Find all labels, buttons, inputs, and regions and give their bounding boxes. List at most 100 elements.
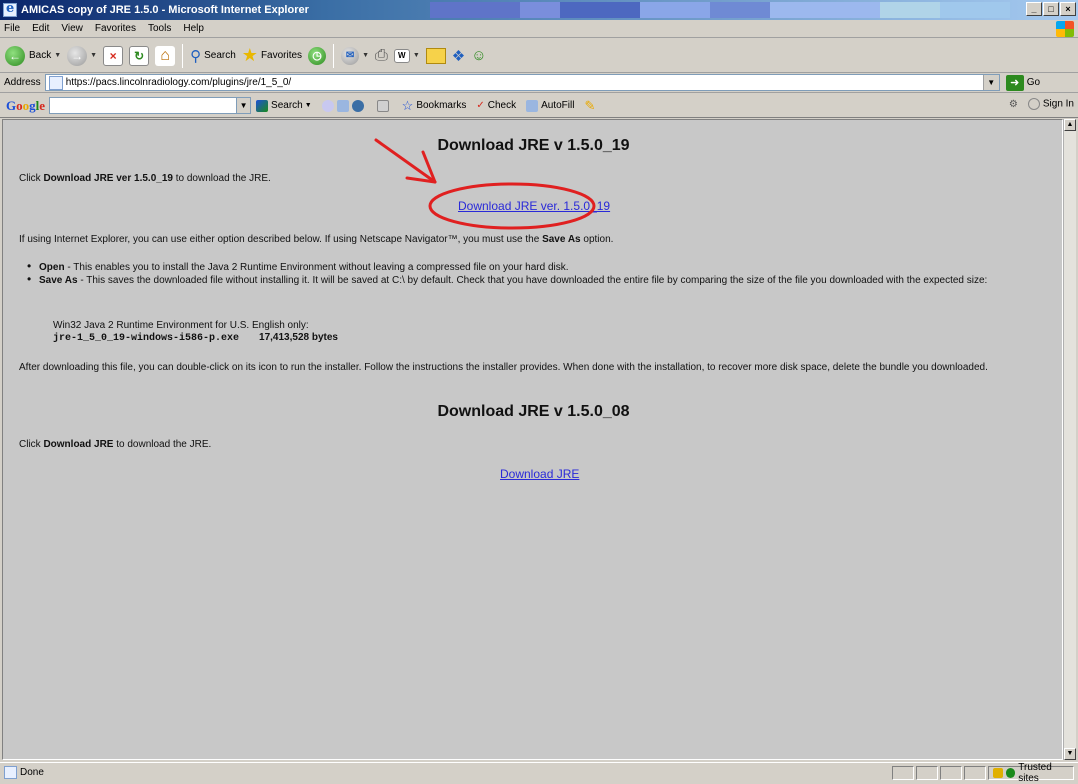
edit-button[interactable]: W ▼	[391, 42, 423, 70]
go-label: Go	[1026, 77, 1041, 88]
spellcheck-button[interactable]: ✓ Check	[471, 100, 521, 111]
chevron-down-icon: ▼	[90, 52, 98, 59]
file-info: jre-1_5_0_19-windows-i586-p.exe 17,413,52…	[53, 331, 953, 345]
save-option-label: Save As	[39, 275, 78, 286]
heading-jre-1-5-0-08: Download JRE v 1.5.0_08	[437, 403, 630, 420]
search-icon: ⚲	[190, 47, 202, 65]
mail-button[interactable]: ✉ ▼	[338, 42, 372, 70]
windows-logo-icon	[1056, 21, 1074, 37]
instruction-line-2: Click Download JRE to download the JRE.	[19, 438, 1039, 451]
close-button[interactable]: ×	[1060, 2, 1076, 16]
maximize-button[interactable]: □	[1043, 2, 1059, 16]
popup-blocker-icon	[321, 99, 334, 112]
google-extra-buttons[interactable]	[317, 99, 372, 112]
instruction-suffix: to download the JRE.	[113, 439, 212, 450]
menu-favorites[interactable]: Favorites	[89, 23, 142, 34]
google-pagerank-button[interactable]	[372, 99, 397, 112]
menu-edit[interactable]: Edit	[26, 23, 55, 34]
mail-icon: ✉	[341, 46, 360, 65]
status-pane	[964, 766, 986, 780]
list-item: Open - This enables you to install the J…	[19, 260, 1039, 274]
chevron-down-icon: ▼	[54, 52, 62, 59]
print-icon: ⎙	[375, 46, 388, 64]
trusted-check-icon	[1005, 768, 1016, 778]
history-icon: ◷	[308, 46, 327, 65]
download-jre-1-5-0-19-link[interactable]: Download JRE ver. 1.5.0_19	[458, 199, 610, 213]
favorites-button[interactable]: ★ Favorites	[239, 42, 305, 70]
download-jre-1-5-0-08-link[interactable]: Download JRE	[500, 467, 579, 481]
favorites-label: Favorites	[260, 50, 303, 61]
options-paragraph: If using Internet Explorer, you can use …	[19, 233, 1039, 246]
address-bar: Address https://pacs.lincolnradiology.co…	[0, 73, 1078, 93]
menu-bar: File Edit View Favorites Tools Help	[0, 20, 1078, 38]
lock-icon	[993, 768, 1003, 778]
minimize-button[interactable]: _	[1026, 2, 1042, 16]
address-url[interactable]: https://pacs.lincolnradiology.com/plugin…	[66, 77, 292, 88]
research-icon: ❖	[451, 47, 466, 65]
history-button[interactable]: ◷	[305, 42, 329, 70]
title-bar: AMICAS copy of JRE 1.5.0 - Microsoft Int…	[0, 0, 1078, 20]
list-item: Save As - This saves the downloaded file…	[19, 273, 1039, 287]
file-size: 17,413,528 bytes	[259, 332, 338, 343]
bookmarks-button[interactable]: ☆ Bookmarks	[397, 98, 472, 114]
settings-wrench-icon[interactable]: ⚙	[1009, 99, 1018, 110]
title-bar-decoration	[430, 2, 1010, 18]
page-icon	[48, 75, 63, 90]
status-text: Done	[20, 767, 44, 778]
google-search-button[interactable]: Search ▼	[251, 99, 317, 112]
menu-tools[interactable]: Tools	[142, 23, 177, 34]
menu-view[interactable]: View	[55, 23, 89, 34]
stop-button[interactable]: ×	[100, 42, 126, 70]
options-list: Open - This enables you to install the J…	[19, 260, 1039, 287]
bookmarks-label: Bookmarks	[416, 100, 467, 111]
options-suffix: option.	[580, 234, 614, 245]
go-button[interactable]: ➜ Go	[1005, 74, 1041, 91]
standard-toolbar: ← Back ▼ → ▼ × ↻ ⌂ ⚲ Search ★ Favorites …	[0, 39, 1078, 73]
back-button[interactable]: ← Back ▼	[2, 42, 64, 70]
highlight-button[interactable]: ✎	[579, 98, 600, 114]
address-dropdown-icon[interactable]: ▼	[982, 75, 999, 90]
toolbar-separator	[333, 43, 335, 68]
sign-in-button[interactable]: Sign In	[1027, 98, 1074, 110]
menu-file[interactable]: File	[0, 23, 26, 34]
blog-icon	[351, 99, 364, 112]
scroll-up-arrow-icon[interactable]: ▲	[1064, 119, 1076, 131]
pagerank-icon	[376, 99, 389, 112]
google-toolbar: Google ▼ Search ▼ ☆ Bookmarks ✓ Check Au…	[0, 94, 1078, 118]
google-search-label: Search	[271, 100, 303, 111]
bookmark-star-icon: ☆	[401, 97, 414, 113]
refresh-icon: ↻	[129, 45, 150, 66]
google-logo[interactable]: Google	[0, 98, 49, 114]
research-button[interactable]: ❖	[449, 42, 468, 70]
status-pane	[940, 766, 962, 780]
address-input[interactable]: https://pacs.lincolnradiology.com/plugin…	[44, 74, 1000, 91]
sign-in-label: Sign In	[1042, 98, 1074, 110]
forward-button[interactable]: → ▼	[64, 42, 100, 70]
stop-icon: ×	[103, 45, 124, 66]
messenger-button[interactable]: ☺	[468, 42, 489, 70]
print-button[interactable]: ⎙	[372, 42, 391, 70]
instruction-bold: Download JRE ver 1.5.0_19	[43, 173, 173, 184]
search-label: Search	[204, 50, 236, 61]
autofill-button[interactable]: AutoFill	[521, 99, 579, 112]
status-panes	[892, 766, 986, 780]
menu-help[interactable]: Help	[177, 23, 210, 34]
search-button[interactable]: ⚲ Search	[187, 42, 239, 70]
scroll-down-arrow-icon[interactable]: ▼	[1064, 748, 1076, 760]
home-button[interactable]: ⌂	[152, 42, 178, 70]
address-label: Address	[4, 77, 41, 88]
google-search-input[interactable]	[49, 97, 238, 114]
messenger-icon: ☺	[471, 47, 487, 64]
options-bold: Save As	[542, 234, 581, 245]
refresh-button[interactable]: ↻	[126, 42, 152, 70]
google-search-dropdown-icon[interactable]: ▼	[237, 97, 252, 114]
after-download-paragraph: After downloading this file, you can dou…	[19, 362, 988, 373]
star-icon: ★	[241, 45, 258, 65]
word-icon: W	[393, 48, 410, 63]
security-zone[interactable]: Trusted sites	[988, 762, 1074, 784]
vertical-scrollbar[interactable]: ▲ ▼	[1063, 119, 1076, 760]
discuss-button[interactable]	[423, 42, 449, 70]
instruction-prefix: Click	[19, 173, 44, 184]
instruction-line-1: Click Download JRE ver 1.5.0_19 to downl…	[19, 172, 1039, 185]
translate-icon	[336, 99, 349, 112]
